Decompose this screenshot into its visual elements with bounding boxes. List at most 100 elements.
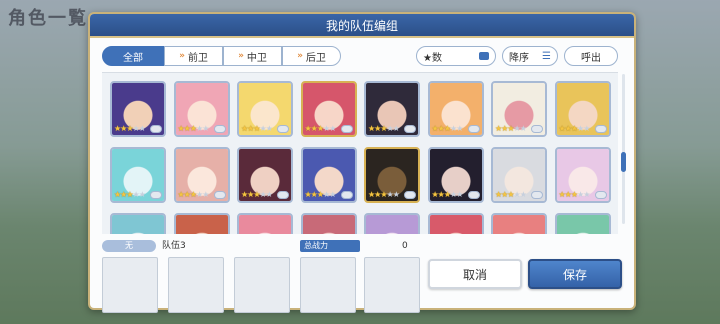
- team-slot-4[interactable]: [300, 257, 356, 313]
- call-team-button[interactable]: 呼出: [564, 46, 618, 66]
- character-card[interactable]: ★★★★★: [554, 81, 611, 137]
- tab-front[interactable]: » 前卫: [164, 46, 223, 66]
- character-card[interactable]: ★★★★★: [173, 213, 230, 234]
- position-filter-tabs: 全部 » 前卫 » 中卫 » 后卫: [102, 46, 341, 66]
- character-card[interactable]: ★★★★★: [554, 147, 611, 203]
- character-card[interactable]: ★★★★★: [110, 147, 166, 203]
- star-rating: ★★★★★: [114, 190, 146, 199]
- team-tag: 无: [102, 240, 156, 252]
- rank-badge: [531, 191, 543, 199]
- rank-badge: [594, 191, 607, 199]
- rank-badge: [404, 125, 416, 133]
- tab-label: 中卫: [246, 52, 267, 64]
- character-grid: ★★★★★ ★★★★★ ★★★★★ ★★★★★ ★★★★★ ★★★★★ ★★★★★ ★★★★★…: [102, 72, 618, 234]
- character-card[interactable]: ★★★★★: [173, 147, 230, 203]
- star-rating: ★★★★★: [431, 190, 464, 199]
- rank-badge: [213, 191, 226, 199]
- character-portrait: [175, 215, 228, 234]
- sort-lines-icon: ☰: [542, 50, 551, 62]
- dialog-title: 我的队伍编组: [90, 14, 634, 38]
- star-rating: ★★★★★: [304, 124, 337, 133]
- character-portrait: [429, 215, 482, 234]
- total-power-label: 总战力: [300, 240, 360, 252]
- chevron-right-icon: »: [179, 51, 185, 61]
- character-card[interactable]: ★★★★★: [364, 213, 420, 234]
- team-slot-1[interactable]: [102, 257, 158, 313]
- rank-badge: [340, 191, 353, 199]
- save-button[interactable]: 保存: [528, 259, 622, 289]
- tab-all[interactable]: 全部: [102, 46, 164, 66]
- character-card[interactable]: ★★★★★: [110, 213, 166, 234]
- chevron-right-icon: »: [297, 51, 303, 61]
- character-portrait: [366, 215, 418, 234]
- rank-badge: [277, 191, 289, 199]
- tab-rear[interactable]: » 后卫: [282, 46, 341, 66]
- team-edit-dialog: 我的队伍编组 全部 » 前卫 » 中卫 » 后卫 ★数 降序 ☰ 呼出 ★★★★★ ★★…: [88, 12, 636, 313]
- star-rating: ★★★★★: [495, 190, 527, 199]
- star-rating: ★★★★★: [241, 124, 273, 133]
- character-card[interactable]: ★★★★★: [110, 81, 166, 137]
- tab-label: 后卫: [305, 52, 326, 64]
- rank-badge: [404, 191, 416, 199]
- character-card[interactable]: ★★★★★: [491, 147, 547, 203]
- rank-badge: [213, 125, 226, 133]
- team-info-bar: 无 队伍3 总战力 0: [102, 240, 420, 252]
- star-rating: ★★★★★: [431, 124, 464, 133]
- character-card[interactable]: ★★★★★: [300, 81, 357, 137]
- rank-badge: [150, 191, 162, 199]
- sort-order-label: 降序: [509, 52, 529, 64]
- character-portrait: [239, 215, 291, 234]
- sort-options-icon: [479, 52, 489, 60]
- character-portrait: [556, 215, 609, 234]
- grid-scrollbar[interactable]: [622, 74, 625, 224]
- rank-badge: [467, 191, 480, 199]
- character-card[interactable]: ★★★★★: [364, 147, 420, 203]
- call-team-label: 呼出: [581, 52, 601, 64]
- rank-badge: [150, 125, 162, 133]
- character-card[interactable]: ★★★★★: [427, 81, 484, 137]
- character-card[interactable]: ★★★★★: [237, 81, 293, 137]
- star-rating: ★★★★★: [177, 190, 210, 199]
- character-card[interactable]: ★★★★★: [364, 81, 420, 137]
- star-rating: ★★★★★: [558, 190, 591, 199]
- character-portrait: [302, 215, 355, 234]
- character-portrait: [493, 215, 545, 234]
- character-card[interactable]: ★★★★★: [427, 147, 484, 203]
- character-card[interactable]: ★★★★★: [237, 213, 293, 234]
- star-rating: ★★★★★: [114, 124, 146, 133]
- tab-middle[interactable]: » 中卫: [223, 46, 282, 66]
- character-card[interactable]: ★★★★★: [300, 213, 357, 234]
- star-rating: ★★★★★: [368, 190, 400, 199]
- team-slot-5[interactable]: [364, 257, 420, 313]
- character-card[interactable]: ★★★★★: [554, 213, 611, 234]
- star-rating: ★★★★★: [304, 190, 337, 199]
- rank-badge: [531, 125, 543, 133]
- rank-badge: [340, 125, 353, 133]
- star-rating: ★★★★★: [177, 124, 210, 133]
- character-card[interactable]: ★★★★★: [237, 147, 293, 203]
- sort-field-select[interactable]: ★数: [416, 46, 496, 66]
- character-portrait: [112, 215, 164, 234]
- rank-badge: [594, 125, 607, 133]
- star-rating: ★★★★★: [495, 124, 527, 133]
- tab-label: 前卫: [187, 52, 208, 64]
- total-power-value: 0: [402, 241, 408, 251]
- character-card[interactable]: ★★★★★: [491, 81, 547, 137]
- character-card[interactable]: ★★★★★: [173, 81, 230, 137]
- cancel-button[interactable]: 取消: [428, 259, 522, 289]
- star-rating: ★★★★★: [368, 124, 400, 133]
- star-rating: ★★★★★: [241, 190, 273, 199]
- sort-order-button[interactable]: 降序 ☰: [502, 46, 558, 66]
- chevron-right-icon: »: [238, 51, 244, 61]
- character-card[interactable]: ★★★★★: [427, 213, 484, 234]
- tab-label: 全部: [123, 52, 143, 64]
- team-slot-2[interactable]: [168, 257, 224, 313]
- character-card[interactable]: ★★★★★: [491, 213, 547, 234]
- team-slot-3[interactable]: [234, 257, 290, 313]
- star-rating: ★★★★★: [558, 124, 591, 133]
- rank-badge: [467, 125, 480, 133]
- team-name: 队伍3: [162, 241, 186, 251]
- rank-badge: [277, 125, 289, 133]
- character-card[interactable]: ★★★★★: [300, 147, 357, 203]
- grid-scroll-thumb[interactable]: [621, 152, 626, 172]
